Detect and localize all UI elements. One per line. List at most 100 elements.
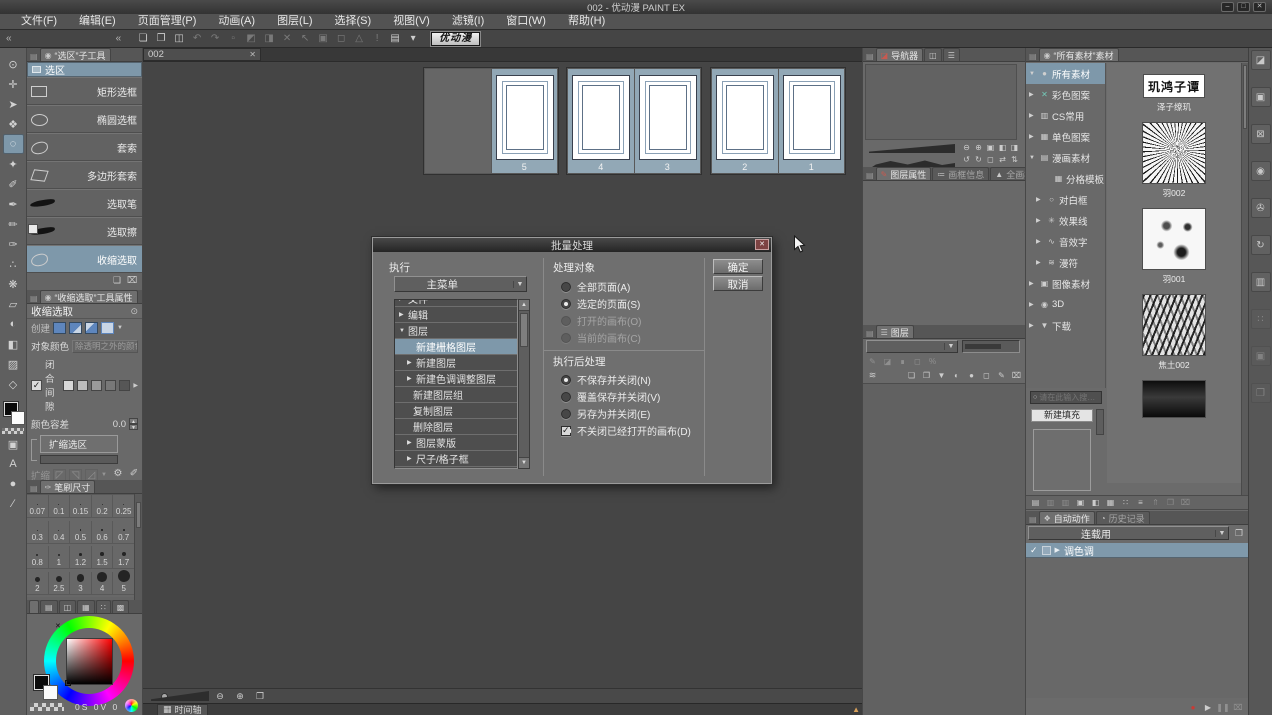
brush-size-cell[interactable]: 0.7 xyxy=(113,521,135,544)
deselect-icon[interactable]: ▫ xyxy=(225,31,241,47)
brush-size-cell[interactable]: 0.1 xyxy=(49,495,71,518)
airbrush-tool[interactable]: ∴ xyxy=(3,254,24,274)
frame-icon[interactable]: ▣ xyxy=(315,31,331,47)
zoom-tool[interactable]: ⊙ xyxy=(3,54,24,74)
material-tree-item[interactable]: ▶ ∿ 音效字 xyxy=(1026,231,1105,252)
mat-folder2-icon[interactable]: ▥ xyxy=(1044,497,1057,509)
command-tree-item[interactable]: ▶ 文件 xyxy=(395,299,517,307)
settings-gear-icon[interactable]: ⚙ xyxy=(112,467,124,479)
new-file-icon[interactable]: ❏ xyxy=(135,31,151,47)
nav-swap-h-icon[interactable]: ⇄ xyxy=(997,154,1008,165)
action-pause-box[interactable] xyxy=(1042,546,1051,555)
record-action-icon[interactable]: ● xyxy=(1187,701,1199,713)
history-tab[interactable]: ◔历史记录 xyxy=(1096,511,1150,524)
layer-property-tab[interactable]: ✎图层属性 xyxy=(876,167,932,180)
gap-level-2[interactable] xyxy=(77,380,88,391)
new-folder-icon[interactable]: ❐ xyxy=(920,369,933,381)
layer-tab[interactable]: ☰图层 xyxy=(876,325,914,338)
transform-icon[interactable]: ✕ xyxy=(279,31,295,47)
menu-item[interactable]: 选择(S) xyxy=(324,14,383,29)
radio-option[interactable]: 不保存并关闭(N) xyxy=(561,371,691,388)
brush-size-cell[interactable]: 0.3 xyxy=(27,521,49,544)
mat-register-icon[interactable]: ❐ xyxy=(1164,497,1177,509)
close-tab-icon[interactable]: ✕ xyxy=(249,50,256,59)
nav-zoom-in-icon[interactable]: ⊕ xyxy=(973,142,984,153)
scroll-up-icon[interactable]: ▲ xyxy=(519,300,529,311)
gap-more-icon[interactable]: ▶ xyxy=(133,382,138,389)
mat-folder3-icon[interactable]: ▥ xyxy=(1059,497,1072,509)
mat-check-view-icon[interactable]: ▣ xyxy=(1074,497,1087,509)
panel-grip-icon[interactable]: ▤ xyxy=(865,171,875,180)
brush-size-cell[interactable]: 0.4 xyxy=(49,521,71,544)
background-color-swatch[interactable] xyxy=(11,411,25,425)
snap-icon[interactable]: ◻ xyxy=(333,31,349,47)
mat-detail-view-icon[interactable]: ≡ xyxy=(1134,497,1147,509)
mat-delete-icon[interactable]: ⌧ xyxy=(1179,497,1192,509)
text-tool[interactable]: A xyxy=(3,454,24,474)
brush-size-cell[interactable]: 1.2 xyxy=(70,546,92,569)
brush-size-cell[interactable]: 3 xyxy=(70,572,92,595)
mask-area-icon[interactable]: ◻ xyxy=(980,369,993,381)
radio-option[interactable]: 打开的画布(O) xyxy=(561,312,641,329)
radio-option[interactable]: ✓ 不关闭已经打开的画布(D) xyxy=(561,422,691,439)
subtool-polyline[interactable]: 多边形套索 xyxy=(27,161,142,189)
brush-size-cell[interactable]: 0.2 xyxy=(92,495,114,518)
navigator-tab[interactable]: ◪导航器 xyxy=(876,48,924,61)
color-wheel-tab[interactable] xyxy=(29,600,39,613)
command-tree-item[interactable]: ▶ 编辑 xyxy=(395,307,517,323)
command-tree-item[interactable]: 转换图层 xyxy=(395,467,517,469)
subtool-ellipse-select[interactable]: 椭圆选框 xyxy=(27,105,142,133)
color-picker-sphere-icon[interactable] xyxy=(125,699,138,712)
subtool-rect-select[interactable]: 矩形选框 xyxy=(27,77,142,105)
background-color-swatch[interactable] xyxy=(43,685,58,700)
panel-grip-icon[interactable]: ▤ xyxy=(1028,52,1038,61)
mat-small-grid-icon[interactable]: ∷ xyxy=(1119,497,1132,509)
transparent-swatch[interactable] xyxy=(2,428,24,434)
delete-subtool-icon[interactable]: ⌧ xyxy=(126,275,138,287)
layer-move-tool[interactable]: ❖ xyxy=(3,114,24,134)
page-thumbnail[interactable]: 3 xyxy=(635,69,701,173)
brush-size-scrollbar[interactable] xyxy=(134,494,142,600)
navigator-preview[interactable] xyxy=(865,64,1017,140)
select-layer-icon[interactable]: ◩ xyxy=(243,31,259,47)
material-tree-item[interactable]: ▶ ✕ 彩色图案 xyxy=(1026,84,1105,105)
command-tree-scrollbar[interactable]: ▲ ▼ xyxy=(518,299,530,469)
gap-level-3[interactable] xyxy=(91,380,102,391)
app-logo-badge[interactable]: 优动漫 xyxy=(431,32,480,46)
nav-zoom-out-icon[interactable]: ⊖ xyxy=(961,142,972,153)
workspace-icon[interactable]: ▤ xyxy=(387,31,403,47)
material-item[interactable]: 焦土002 xyxy=(1142,294,1206,369)
wrench-icon[interactable]: ✐ xyxy=(128,467,140,479)
eyedropper-tool[interactable]: ✐ xyxy=(3,174,24,194)
action-expand-icon[interactable]: ▶ xyxy=(1055,546,1060,554)
material-tree-item[interactable]: ▦ 分格模板 xyxy=(1026,168,1105,189)
expander-bracket[interactable] xyxy=(31,439,37,461)
close-button[interactable]: ✕ xyxy=(1253,2,1266,12)
history-color-tab[interactable]: ▩ xyxy=(112,600,130,613)
material-scrollbar[interactable] xyxy=(1241,63,1248,503)
material-item[interactable]: 玑鸿子谭 泽子缭玑 xyxy=(1143,74,1205,111)
blend-mode-dropdown[interactable]: ▼ xyxy=(866,340,958,353)
material-tree-item[interactable]: ▼ ▤ 漫画素材 xyxy=(1026,147,1105,168)
subtool-lasso[interactable]: 套索 xyxy=(27,133,142,161)
panel-grip-icon[interactable]: ▤ xyxy=(865,329,875,338)
guide-icon[interactable]: ! xyxy=(369,31,385,47)
brush-size-cell[interactable]: 0.07 xyxy=(27,495,49,518)
mode-add-button[interactable] xyxy=(69,322,82,334)
gap-level-1[interactable] xyxy=(63,380,74,391)
eraser-tool[interactable]: ▱ xyxy=(3,294,24,314)
material-tree-item[interactable]: ▶ ≋ 漫符 xyxy=(1026,252,1105,273)
mat-tree-all[interactable]: ▼ ● 所有素材 xyxy=(1026,63,1105,84)
transfer-down-icon[interactable]: ▼ xyxy=(935,369,948,381)
action-enabled-check[interactable]: ✓ xyxy=(1030,545,1038,556)
delete-layer-icon[interactable]: ⌧ xyxy=(1010,369,1023,381)
material-search[interactable]: ○ xyxy=(1030,391,1102,404)
redo-icon[interactable]: ↷ xyxy=(207,31,223,47)
invert-selection-icon[interactable]: ◨ xyxy=(261,31,277,47)
decoration-tool[interactable]: ❋ xyxy=(3,274,24,294)
auto-action-item[interactable]: ✓ ▶ 调色调 xyxy=(1026,543,1248,558)
auto-action-tab[interactable]: ❖自动动作 xyxy=(1039,511,1095,524)
menu-item[interactable]: 视图(V) xyxy=(382,14,441,29)
balloon-tool[interactable]: ● xyxy=(3,474,24,494)
material-tree-item[interactable]: ▶ ◉ 3D xyxy=(1026,294,1105,315)
